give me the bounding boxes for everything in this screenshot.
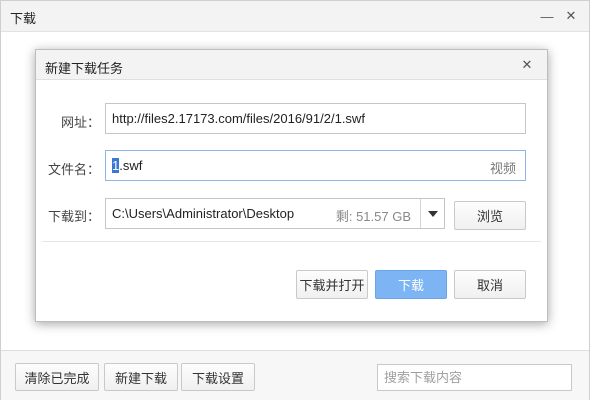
window-title: 下载 [10,11,37,26]
dialog-title: 新建下载任务 [45,61,124,76]
url-value: http://files2.17173.com/files/2016/91/2/… [112,111,365,126]
dialog-close-icon[interactable]: ✕ [516,54,538,76]
url-label: 网址： [60,115,100,130]
download-and-open-button[interactable]: 下载并打开 [296,270,368,299]
filename-field[interactable]: 1.swf 视频 [105,150,526,181]
window-footer: 清除已完成 新建下载 下载设置 [1,350,589,400]
dialog-divider [42,241,541,242]
new-download-button[interactable]: 新建下载 [104,363,178,391]
dialog-titlebar: 新建下载任务 ✕ [36,50,547,80]
download-settings-button[interactable]: 下载设置 [181,363,255,391]
close-icon[interactable]: ✕ [560,5,582,27]
filename-label: 文件名： [47,162,100,177]
file-type-label: 视频 [489,161,516,176]
caret-down-icon [427,210,438,217]
new-download-dialog: 新建下载任务 ✕ 网址： http://files2.17173.com/fil… [35,49,548,322]
download-button[interactable]: 下载 [375,270,447,299]
browse-button[interactable]: 浏览 [454,201,526,230]
cancel-button[interactable]: 取消 [454,270,526,299]
filename-extension: .swf [119,158,143,173]
url-field[interactable]: http://files2.17173.com/files/2016/91/2/… [105,103,526,134]
window-titlebar: 下载 — ✕ [1,1,589,32]
search-input[interactable] [377,364,572,391]
minimize-icon[interactable]: — [536,5,558,27]
filename-value: 1.swf [112,158,142,173]
save-to-label: 下载到： [47,209,100,224]
clear-completed-button[interactable]: 清除已完成 [15,363,99,391]
path-dropdown-button[interactable] [420,199,444,228]
save-path-field[interactable]: C:\Users\Administrator\Desktop 剩: 51.57 … [105,198,445,229]
free-space-label: 剩: 51.57 GB [335,209,411,224]
save-path-value: C:\Users\Administrator\Desktop [112,206,295,221]
